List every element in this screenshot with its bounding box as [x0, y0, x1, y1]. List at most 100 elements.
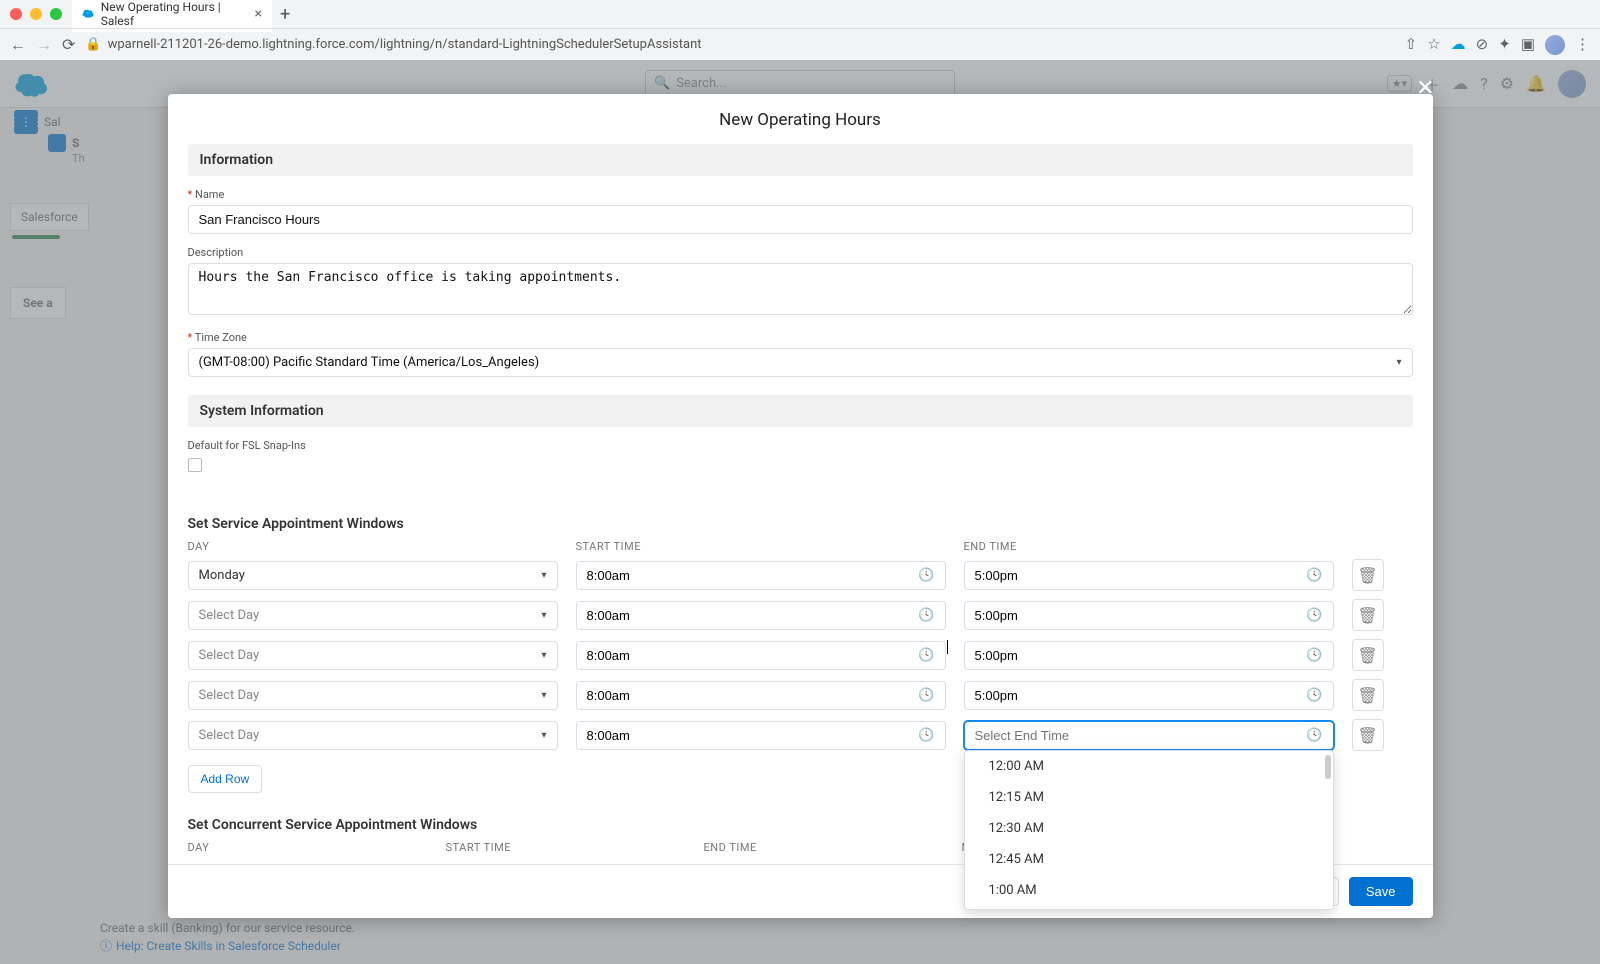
end-time-value[interactable] [975, 688, 1307, 703]
ext-puzzle-icon[interactable]: ✦ [1498, 35, 1511, 55]
save-button[interactable]: Save [1349, 877, 1413, 906]
browser-chrome: New Operating Hours | Salesf × + ← → ⟳ 🔒… [0, 0, 1600, 60]
day-value: Select Day [199, 688, 260, 703]
time-option[interactable]: 1:00 AM [965, 875, 1333, 906]
end-time-value[interactable] [975, 608, 1307, 623]
profile-avatar-icon[interactable] [1545, 35, 1565, 55]
menu-icon[interactable]: ⋮ [1575, 35, 1590, 55]
time-option[interactable]: 12:45 AM [965, 844, 1333, 875]
start-time-value[interactable] [587, 648, 919, 663]
nav-forward-icon[interactable]: → [36, 35, 52, 55]
appointment-row: Select Day 🕓 🕓 🗑 [188, 719, 1413, 751]
section-system-info: System Information [188, 395, 1413, 427]
end-time-input[interactable]: 🕓 [964, 721, 1334, 750]
default-fsl-checkbox[interactable] [188, 458, 202, 472]
delete-row-button[interactable]: 🗑 [1352, 599, 1384, 631]
trash-icon: 🗑 [1357, 566, 1377, 585]
delete-row-button[interactable]: 🗑 [1352, 559, 1384, 591]
time-option[interactable]: 12:15 AM [965, 782, 1333, 813]
start-time-input[interactable]: 🕓 [576, 561, 946, 590]
trash-icon: 🗑 [1357, 606, 1377, 625]
text-cursor-icon [947, 640, 949, 654]
day-select[interactable]: Select Day [188, 601, 558, 630]
end-time-value[interactable] [975, 648, 1307, 663]
end-time-input[interactable]: 🕓 [964, 681, 1334, 710]
nav-back-icon[interactable]: ← [10, 35, 26, 55]
url-text: wparnell-211201-26-demo.lightning.force.… [108, 37, 702, 52]
tab-bar: New Operating Hours | Salesf × + [0, 0, 1600, 28]
new-tab-button[interactable]: + [280, 4, 290, 25]
start-time-value[interactable] [587, 568, 919, 583]
day-select[interactable]: Select Day [188, 641, 558, 670]
browser-extensions: ⇧ ☆ ☁ ⊘ ✦ ▣ ⋮ [1405, 35, 1590, 55]
star-icon[interactable]: ☆ [1427, 35, 1440, 55]
url-field[interactable]: 🔒 wparnell-211201-26-demo.lightning.forc… [85, 37, 1394, 52]
clock-icon: 🕓 [918, 688, 934, 703]
clock-icon: 🕓 [918, 568, 934, 583]
clock-icon: 🕓 [1306, 648, 1322, 663]
day-value: Select Day [199, 608, 260, 623]
clock-icon: 🕓 [918, 728, 934, 743]
default-fsl-label: Default for FSL Snap-Ins [188, 439, 1413, 452]
appointment-row: Select Day 🕓 🕓 🗑 [188, 599, 1413, 631]
lock-icon: 🔒 [85, 37, 101, 52]
appointment-columns: DAY START TIME END TIME [188, 540, 1413, 553]
day-select[interactable]: Select Day [188, 721, 558, 750]
timezone-select[interactable]: (GMT-08:00) Pacific Standard Time (Ameri… [188, 348, 1413, 377]
share-icon[interactable]: ⇧ [1405, 35, 1418, 55]
clock-icon: 🕓 [1306, 728, 1322, 743]
appointment-row: Select Day 🕓 🕓 🗑 [188, 639, 1413, 671]
start-time-input[interactable]: 🕓 [576, 721, 946, 750]
start-time-input[interactable]: 🕓 [576, 641, 946, 670]
panel-icon[interactable]: ▣ [1521, 35, 1535, 55]
start-time-value[interactable] [587, 608, 919, 623]
end-time-value[interactable] [975, 568, 1307, 583]
modal-close-icon[interactable]: ✕ [1416, 76, 1434, 101]
time-option[interactable]: 12:30 AM [965, 813, 1333, 844]
day-select[interactable]: Monday [188, 561, 558, 590]
start-time-value[interactable] [587, 728, 919, 743]
start-time-input[interactable]: 🕓 [576, 681, 946, 710]
col-start-time: START TIME [576, 540, 946, 553]
tab-close-icon[interactable]: × [255, 6, 262, 22]
timezone-label: Time Zone [188, 331, 1413, 344]
time-option[interactable]: 12:00 AM [965, 751, 1333, 782]
end-time-input[interactable]: 🕓 [964, 601, 1334, 630]
delete-row-button[interactable]: 🗑 [1352, 639, 1384, 671]
day-select[interactable]: Select Day [188, 681, 558, 710]
col2-day: DAY [188, 841, 428, 854]
add-row-button[interactable]: Add Row [188, 765, 263, 793]
nav-reload-icon[interactable]: ⟳ [62, 35, 75, 54]
end-time-dropdown[interactable]: 12:00 AM12:15 AM12:30 AM12:45 AM1:00 AM1… [964, 750, 1334, 910]
stop-icon[interactable]: ⊘ [1476, 35, 1489, 55]
clock-icon: 🕓 [1306, 608, 1322, 623]
col2-start: START TIME [446, 841, 686, 854]
clock-icon: 🕓 [918, 608, 934, 623]
trash-icon: 🗑 [1357, 726, 1377, 745]
time-option[interactable]: 1:15 AM [965, 906, 1333, 910]
delete-row-button[interactable]: 🗑 [1352, 719, 1384, 751]
salesforce-favicon-icon [82, 7, 95, 21]
window-maximize-icon[interactable] [50, 8, 62, 20]
delete-row-button[interactable]: 🗑 [1352, 679, 1384, 711]
address-bar: ← → ⟳ 🔒 wparnell-211201-26-demo.lightnin… [0, 28, 1600, 60]
start-time-value[interactable] [587, 688, 919, 703]
day-value: Monday [199, 568, 245, 583]
col-end-time: END TIME [964, 540, 1334, 553]
clock-icon: 🕓 [1306, 688, 1322, 703]
cloud-icon[interactable]: ☁ [1451, 35, 1466, 55]
description-input[interactable] [188, 263, 1413, 315]
clock-icon: 🕓 [1306, 568, 1322, 583]
day-value: Select Day [199, 648, 260, 663]
section-appointment-windows: Set Service Appointment Windows [188, 516, 1413, 532]
name-input[interactable] [188, 205, 1413, 234]
end-time-input[interactable]: 🕓 [964, 641, 1334, 670]
dropdown-scrollbar[interactable] [1325, 755, 1331, 905]
start-time-input[interactable]: 🕓 [576, 601, 946, 630]
window-close-icon[interactable] [10, 8, 22, 20]
end-time-input[interactable]: 🕓 [964, 561, 1334, 590]
end-time-value[interactable] [975, 728, 1307, 743]
name-label: Name [188, 188, 1413, 201]
window-minimize-icon[interactable] [30, 8, 42, 20]
trash-icon: 🗑 [1357, 686, 1377, 705]
